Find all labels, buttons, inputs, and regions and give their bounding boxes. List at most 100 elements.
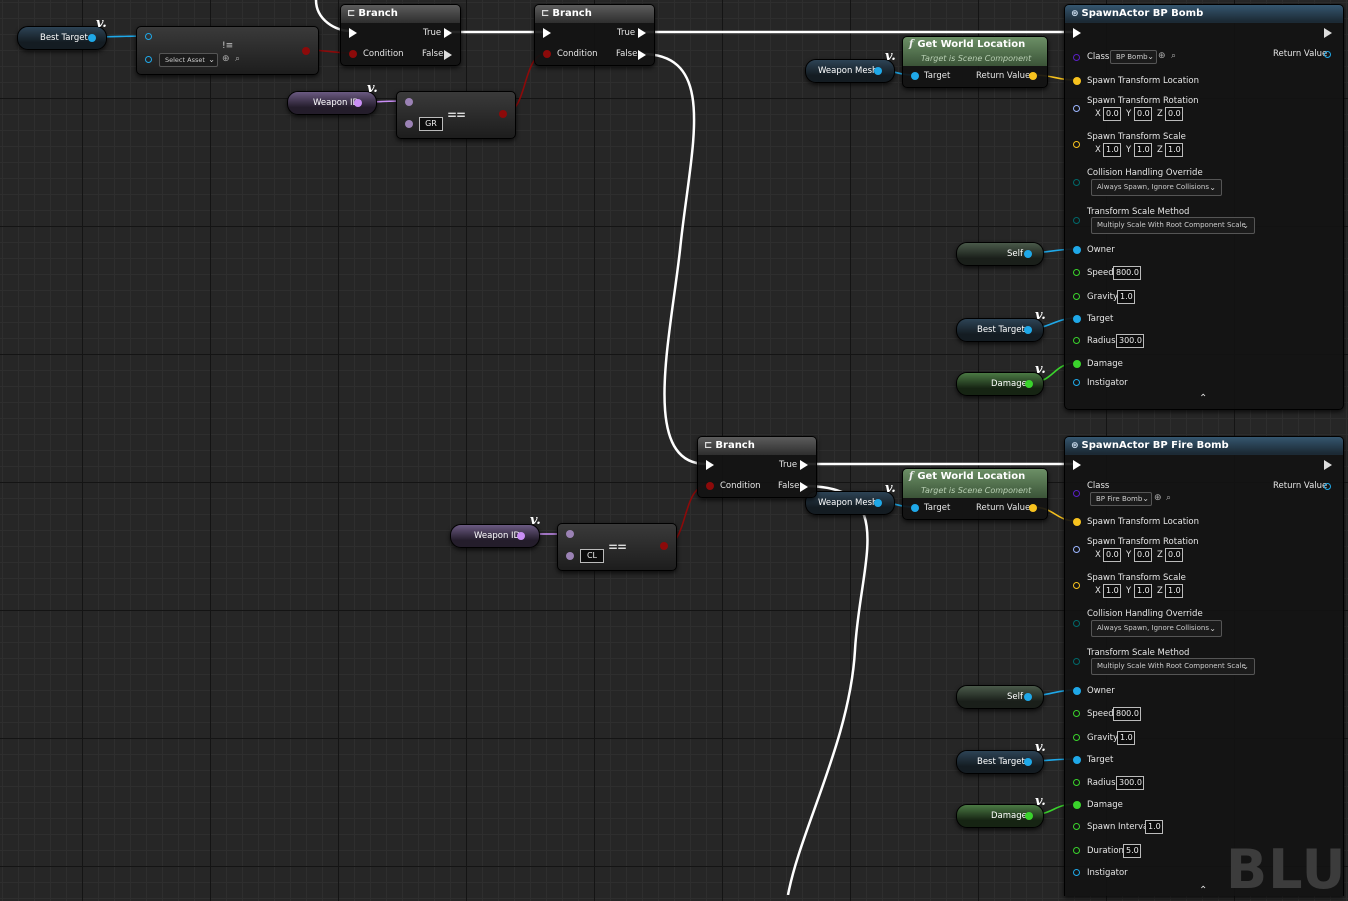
location-input-pin[interactable] [1073,77,1081,85]
collapse-arrow-icon[interactable]: ⌃ [1199,885,1207,896]
name-output-pin[interactable] [517,532,525,540]
class-input-pin[interactable] [1073,54,1080,61]
vector-output-pin[interactable] [1029,504,1037,512]
rotation-y-field[interactable]: 0.0 [1134,107,1152,121]
speed-input-pin[interactable] [1073,710,1080,717]
collision-input-pin[interactable] [1073,620,1080,627]
speed-field[interactable]: 800.0 [1113,266,1141,280]
name-input-pin-a[interactable] [405,98,413,106]
rotation-z-field[interactable]: 0.0 [1165,548,1183,562]
owner-input-pin[interactable] [1073,687,1081,695]
rotation-z-field[interactable]: 0.0 [1165,107,1183,121]
object-output-pin[interactable] [1024,758,1032,766]
target-input-pin[interactable] [911,504,919,512]
bool-output-pin[interactable] [302,47,310,55]
condition-pin[interactable] [706,482,714,490]
exec-output-pin[interactable] [1324,28,1332,38]
weapon-id-variable-bottom[interactable]: Weapon ID [450,524,540,548]
compare-value-field[interactable]: CL [580,549,604,563]
rotation-y-field[interactable]: 0.0 [1134,548,1152,562]
false-exec-pin[interactable] [444,50,452,60]
target-input-pin[interactable] [1073,756,1081,764]
spawn-actor-fire-bomb-node[interactable]: ⊛ SpawnActor BP Fire Bomb Class BP Fire B… [1064,436,1344,896]
condition-pin[interactable] [349,50,357,58]
owner-input-pin[interactable] [1073,246,1081,254]
compare-value-field[interactable]: GR [419,117,443,131]
class-input-pin[interactable] [1073,490,1080,497]
scale-method-input-pin[interactable] [1073,217,1080,224]
vector-output-pin[interactable] [1029,72,1037,80]
self-output-pin[interactable] [1024,250,1032,258]
weapon-mesh-variable-bottom[interactable]: Weapon Mesh [805,491,895,515]
branch-node-2[interactable]: ⊏ Branch True Condition False [534,4,655,66]
self-output-pin[interactable] [1024,693,1032,701]
best-target-variable[interactable]: Best Target [17,26,107,50]
class-input-pin[interactable] [145,56,152,63]
spawn-actor-bomb-node[interactable]: ⊛ SpawnActor BP Bomb Class BP Bomb ⌄ ⊕ ⌕ R… [1064,4,1344,410]
best-target-variable-spawn-top[interactable]: Best Target [956,318,1044,342]
duration-field[interactable]: 5.0 [1123,844,1141,858]
true-exec-pin[interactable] [800,460,808,470]
scale-input-pin[interactable] [1073,582,1080,589]
true-exec-pin[interactable] [444,28,452,38]
select-asset-node[interactable]: Select Asset ⌄ ⊕ ⌕ !≡ [136,26,319,75]
damage-variable-top[interactable]: Damage [956,372,1044,396]
exec-input-pin[interactable] [706,460,714,470]
radius-field[interactable]: 300.0 [1116,334,1144,348]
instigator-input-pin[interactable] [1073,379,1080,386]
damage-input-pin[interactable] [1073,801,1081,809]
scale-x-field[interactable]: 1.0 [1103,143,1121,157]
get-world-location-node-bottom[interactable]: f Get World Location Target is Scene Compo… [902,468,1048,520]
false-exec-pin[interactable] [800,482,808,492]
false-exec-pin[interactable] [638,50,646,60]
gravity-field[interactable]: 1.0 [1117,290,1135,304]
scale-method-input-pin[interactable] [1073,658,1080,665]
target-input-pin[interactable] [1073,315,1081,323]
object-output-pin[interactable] [88,34,96,42]
return-value-pin[interactable] [1324,483,1331,490]
radius-input-pin[interactable] [1073,779,1080,786]
object-input-pin[interactable] [145,33,152,40]
self-reference-bottom[interactable]: Self [956,685,1044,709]
class-dropdown[interactable]: BP Fire Bomb ⌄ [1090,492,1152,506]
browse-icon[interactable]: ⊕ [1158,51,1166,61]
scale-z-field[interactable]: 1.0 [1165,143,1183,157]
target-input-pin[interactable] [911,72,919,80]
browse-icon[interactable]: ⊕ [1154,493,1162,503]
scale-method-dropdown[interactable]: Multiply Scale With Root Component Scale… [1091,658,1255,675]
rotation-x-field[interactable]: 0.0 [1103,548,1121,562]
return-value-pin[interactable] [1324,51,1331,58]
search-icon[interactable]: ⌕ [235,54,240,64]
instigator-input-pin[interactable] [1073,869,1080,876]
browse-icon[interactable]: ⊕ [222,54,230,64]
collision-handling-dropdown[interactable]: Always Spawn, Ignore Collisions ⌄ [1091,179,1222,196]
self-reference-top[interactable]: Self [956,242,1044,266]
scale-z-field[interactable]: 1.0 [1165,584,1183,598]
exec-input-pin[interactable] [1073,460,1081,470]
branch-node-3[interactable]: ⊏ Branch True Condition False [697,436,817,498]
collision-handling-dropdown[interactable]: Always Spawn, Ignore Collisions ⌄ [1091,620,1222,637]
spawn-interval-input-pin[interactable] [1073,823,1080,830]
scale-y-field[interactable]: 1.0 [1134,584,1152,598]
damage-variable-bottom[interactable]: Damage [956,804,1044,828]
object-output-pin[interactable] [874,499,882,507]
gravity-input-pin[interactable] [1073,293,1080,300]
search-icon[interactable]: ⌕ [1166,493,1171,503]
collision-input-pin[interactable] [1073,179,1080,186]
equal-name-node-bottom[interactable]: CL == [557,523,677,571]
bool-output-pin[interactable] [660,542,668,550]
gravity-field[interactable]: 1.0 [1117,731,1135,745]
location-input-pin[interactable] [1073,518,1081,526]
branch-node-1[interactable]: ⊏ Branch True Condition False [340,4,461,66]
name-input-pin-b[interactable] [405,120,413,128]
float-output-pin[interactable] [1025,812,1033,820]
name-input-pin-a[interactable] [566,530,574,538]
speed-input-pin[interactable] [1073,269,1080,276]
true-exec-pin[interactable] [638,28,646,38]
spawn-interval-field[interactable]: 1.0 [1145,820,1163,834]
exec-input-pin[interactable] [349,28,357,38]
scale-y-field[interactable]: 1.0 [1134,143,1152,157]
class-dropdown[interactable]: BP Bomb ⌄ [1110,50,1157,64]
get-world-location-node-top[interactable]: f Get World Location Target is Scene Compo… [902,36,1048,88]
exec-output-pin[interactable] [1324,460,1332,470]
